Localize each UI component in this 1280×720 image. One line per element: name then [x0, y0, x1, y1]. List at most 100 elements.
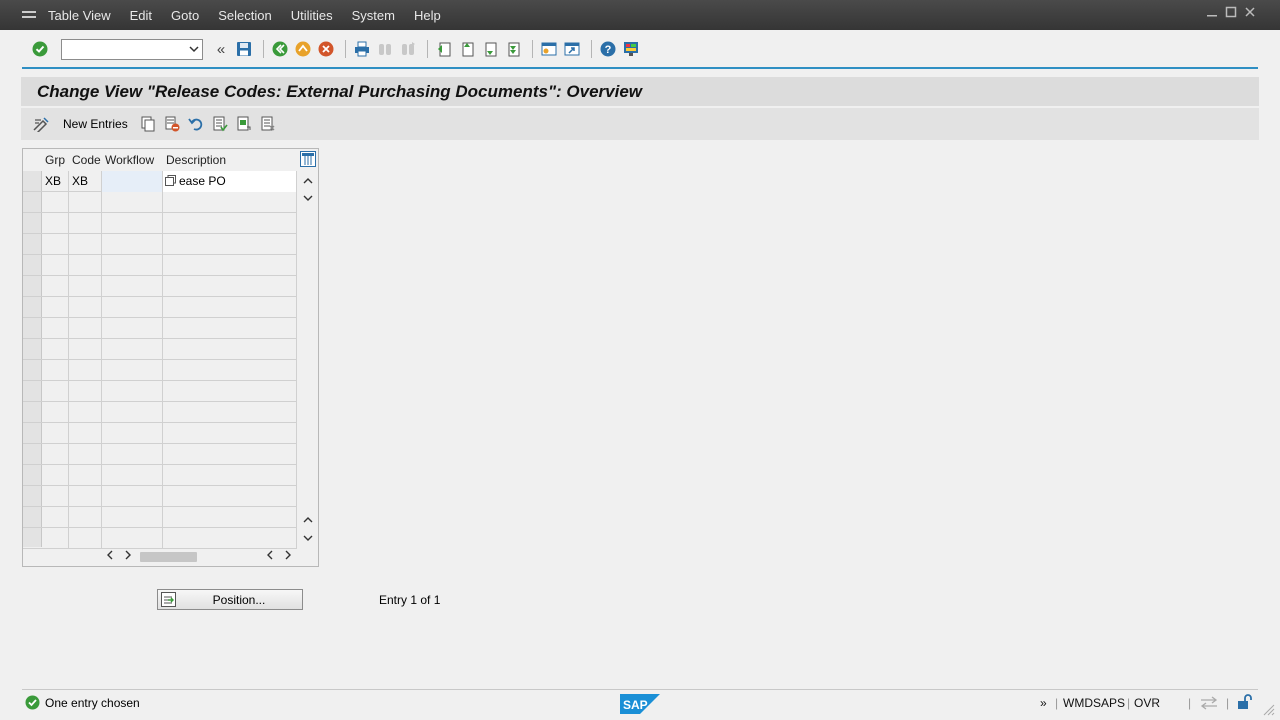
menu-goto[interactable]: Goto [171, 8, 199, 23]
cell-workflow[interactable] [102, 528, 163, 549]
scroll-up-icon[interactable] [302, 174, 314, 188]
cell-workflow[interactable] [102, 171, 163, 192]
cell-description[interactable] [163, 234, 297, 255]
menu-selection[interactable]: Selection [218, 8, 271, 23]
delete-icon[interactable] [162, 114, 182, 134]
minimize-icon[interactable] [1206, 6, 1220, 20]
cell-description[interactable] [163, 486, 297, 507]
cell-code[interactable] [69, 486, 102, 507]
copy-as-icon[interactable] [138, 114, 158, 134]
first-page-icon[interactable] [434, 39, 454, 59]
cell-grp[interactable] [42, 192, 69, 213]
cell-workflow[interactable] [102, 423, 163, 444]
cell-workflow[interactable] [102, 318, 163, 339]
cell-code[interactable] [69, 192, 102, 213]
menu-help[interactable]: Help [414, 8, 441, 23]
cell-description[interactable] [163, 297, 297, 318]
cell-code[interactable] [69, 255, 102, 276]
menu-utilities[interactable]: Utilities [291, 8, 333, 23]
column-header-description[interactable]: Description [163, 149, 297, 171]
last-page-icon[interactable] [503, 39, 523, 59]
cell-description[interactable] [163, 381, 297, 402]
cell-code[interactable] [69, 360, 102, 381]
column-header-workflow[interactable]: Workflow [102, 149, 163, 171]
cell-code[interactable] [69, 402, 102, 423]
cell-workflow[interactable] [102, 192, 163, 213]
select-all-icon[interactable] [210, 114, 230, 134]
cell-workflow[interactable] [102, 381, 163, 402]
next-page-icon[interactable] [480, 39, 500, 59]
scroll-page-down-icon[interactable] [302, 531, 314, 545]
new-entries-button[interactable]: New Entries [63, 117, 128, 131]
back-icon[interactable] [270, 39, 290, 59]
help-icon[interactable]: ? [598, 39, 618, 59]
scroll-right-end-icon[interactable] [283, 548, 293, 564]
maximize-icon[interactable] [1225, 6, 1239, 20]
cell-workflow[interactable] [102, 444, 163, 465]
cell-workflow[interactable] [102, 507, 163, 528]
status-expand[interactable]: » [1040, 696, 1047, 710]
cell-grp[interactable] [42, 360, 69, 381]
cell-description[interactable] [163, 402, 297, 423]
cell-description[interactable]: ease PO [163, 171, 297, 192]
unlock-icon[interactable] [1236, 694, 1252, 710]
cell-grp[interactable] [42, 465, 69, 486]
column-header-code[interactable]: Code [69, 149, 102, 171]
cell-code[interactable] [69, 276, 102, 297]
cell-workflow[interactable] [102, 486, 163, 507]
status-message[interactable]: One entry chosen [45, 696, 140, 710]
cell-description[interactable] [163, 423, 297, 444]
cell-code[interactable] [69, 297, 102, 318]
chevron-down-icon[interactable] [189, 42, 199, 56]
cell-code[interactable] [69, 234, 102, 255]
scroll-down-icon[interactable] [302, 191, 314, 205]
collapse-double-chevron-icon[interactable]: « [211, 39, 231, 59]
cell-workflow[interactable] [102, 297, 163, 318]
cell-grp[interactable] [42, 507, 69, 528]
exit-icon[interactable] [293, 39, 313, 59]
table-settings-icon[interactable] [300, 151, 316, 167]
menu-table-view[interactable]: Table View [48, 8, 111, 23]
column-header-grp[interactable]: Grp [42, 149, 69, 171]
scroll-page-up-icon[interactable] [302, 513, 314, 527]
cell-description[interactable] [163, 276, 297, 297]
cell-description[interactable] [163, 213, 297, 234]
value-help-icon[interactable] [165, 175, 176, 186]
print-icon[interactable] [352, 39, 372, 59]
cell-description[interactable] [163, 444, 297, 465]
cell-grp[interactable] [42, 444, 69, 465]
menu-edit[interactable]: Edit [130, 8, 152, 23]
scroll-right-icon[interactable] [123, 548, 133, 564]
cell-workflow[interactable] [102, 213, 163, 234]
generate-shortcut-icon[interactable] [562, 39, 582, 59]
scroll-left-icon[interactable] [105, 548, 115, 564]
cell-grp[interactable] [42, 276, 69, 297]
cell-workflow[interactable] [102, 255, 163, 276]
cell-grp[interactable] [42, 213, 69, 234]
undo-change-icon[interactable] [186, 114, 206, 134]
cell-grp[interactable] [42, 528, 69, 549]
cell-grp[interactable] [42, 402, 69, 423]
resize-grip-icon[interactable] [1263, 704, 1275, 716]
position-button[interactable]: Position... [157, 589, 303, 610]
scroll-left-end-icon[interactable] [265, 548, 275, 564]
cell-code[interactable] [69, 444, 102, 465]
select-block-icon[interactable] [234, 114, 254, 134]
create-session-icon[interactable] [539, 39, 559, 59]
cell-grp[interactable] [42, 423, 69, 444]
command-input[interactable] [62, 39, 182, 59]
cell-workflow[interactable] [102, 339, 163, 360]
cell-code[interactable] [69, 423, 102, 444]
cell-workflow[interactable] [102, 402, 163, 423]
cell-grp[interactable] [42, 486, 69, 507]
find-next-icon[interactable] [398, 39, 418, 59]
cell-code[interactable] [69, 339, 102, 360]
horizontal-scrollbar-thumb[interactable] [140, 552, 197, 562]
find-icon[interactable] [375, 39, 395, 59]
cell-description[interactable] [163, 360, 297, 381]
menu-system[interactable]: System [352, 8, 395, 23]
cell-description[interactable] [163, 528, 297, 549]
cell-code[interactable] [69, 213, 102, 234]
cell-grp[interactable] [42, 234, 69, 255]
cell-code[interactable] [69, 318, 102, 339]
